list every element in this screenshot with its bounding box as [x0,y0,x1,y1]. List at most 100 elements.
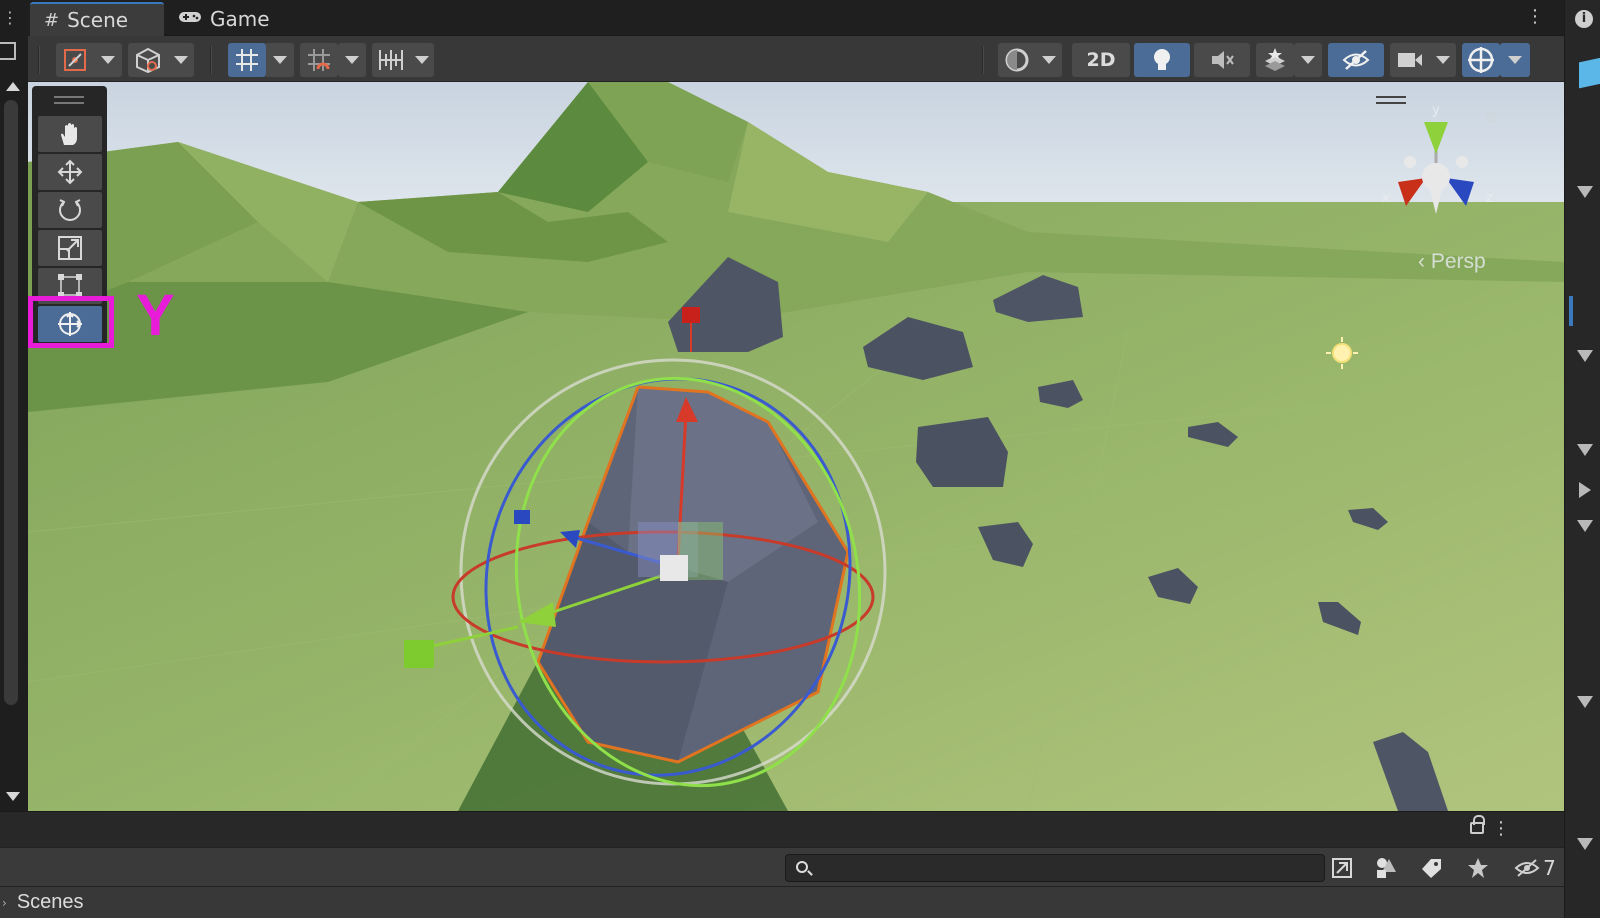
scene-hash-icon: # [44,9,60,31]
gizmo-lock-icon[interactable] [1486,112,1496,122]
scene-render: y x z [28,82,1564,811]
panel-more-icon[interactable]: ⋮ [1492,818,1510,839]
tab-game[interactable]: Game [164,2,284,36]
vertical-scrollbar[interactable] [4,100,18,705]
increment-snap-dropdown[interactable] [338,43,366,77]
overlay-menu-handle[interactable] [1376,96,1406,104]
scene-viewport[interactable]: y x z ‹ Persp Y [28,82,1564,811]
fold-arrow-icon[interactable] [1577,520,1593,532]
chevron-down-icon [1508,56,1522,64]
move-icon [57,159,83,185]
grid-snap-button[interactable] [228,43,266,77]
chevron-down-icon [1042,56,1056,64]
projection-label[interactable]: ‹ Persp [1418,250,1486,274]
expand-arrow-icon[interactable] [1579,482,1591,498]
chevron-down-icon [273,56,287,64]
cube-icon [1579,57,1600,89]
toolbar-separator [210,46,212,74]
lighting-toggle-button[interactable] [1134,43,1190,77]
axis-x-label: x [1382,191,1390,206]
hidden-count-button[interactable]: 7 [1510,854,1560,882]
filter-by-label-button[interactable] [1418,854,1446,882]
audio-toggle-button[interactable] [1194,43,1250,77]
hierarchy-toolbar: 7 [0,847,1564,887]
selection-indicator [1569,296,1573,326]
tag-icon [1422,859,1441,878]
tab-scene-label: Scene [67,8,129,32]
search-input[interactable] [816,857,1316,879]
rotate-tool-button[interactable] [38,192,102,228]
gamepad-icon [178,9,202,30]
tab-scene[interactable]: # Scene [30,2,164,36]
fold-arrow-icon[interactable] [1577,696,1593,708]
effects-icon [1265,48,1285,71]
fold-arrow-icon[interactable] [1577,350,1593,362]
grid-snap-icon [236,49,258,71]
scene-toolbar: 2D [28,36,1564,82]
fold-arrow-icon[interactable] [1577,838,1593,850]
expand-arrow-icon[interactable]: › [2,896,7,910]
increment-snap-button[interactable] [300,43,338,77]
render-mode-dropdown[interactable] [998,43,1062,77]
search-box [785,854,1325,882]
filter-by-type-button[interactable] [1372,854,1400,882]
left-dock-strip: ⋮ [0,0,28,811]
shading-dropdown[interactable] [128,43,194,77]
toolbar-separator [982,46,984,74]
2d-toggle-button[interactable]: 2D [1072,43,1130,77]
annotation-hotkey-label: Y [136,283,175,348]
chevron-down-icon [1301,56,1315,64]
scale-icon [58,236,82,260]
scroll-down-arrow-icon[interactable] [6,792,20,801]
favorites-button[interactable] [1464,854,1492,882]
chevron-down-icon [414,56,429,64]
lock-icon[interactable] [1470,815,1485,834]
scale-tool-button[interactable] [38,230,102,266]
star-icon [1468,858,1488,878]
gizmos-dropdown[interactable] [1500,43,1530,77]
palette-drag-handle[interactable] [54,96,84,104]
chevron-down-icon [345,56,359,64]
info-icon[interactable]: i [1575,10,1593,28]
search-icon [796,861,808,873]
camera-icon [1398,53,1422,67]
axis-y-label: y [1432,103,1440,118]
ruler-icon [378,50,403,70]
chevron-down-icon [1436,56,1450,64]
fold-arrow-icon[interactable] [1577,444,1593,456]
dock-panel-icon[interactable] [0,42,16,60]
hidden-eye-icon [1514,859,1540,877]
hierarchy-header: ⋮ [0,811,1564,847]
tab-game-label: Game [210,7,270,31]
scenes-label: Scenes [16,891,84,913]
grid-snap-dropdown[interactable] [266,43,294,77]
chevron-down-icon [173,56,188,64]
toolbar-separator [38,46,40,74]
camera-dropdown[interactable] [1390,43,1456,77]
increment-snap-icon [308,49,330,71]
kebab-menu-icon[interactable]: ⋮ [2,8,18,27]
draw-mode-dropdown[interactable] [56,43,122,77]
lighting-icon [1154,49,1170,70]
effects-dropdown[interactable] [1294,43,1322,77]
scenes-tree-row[interactable]: › Scenes [0,887,1564,918]
gizmos-button[interactable] [1462,43,1500,77]
scroll-up-arrow-icon[interactable] [6,82,20,91]
render-mode-icon [1005,48,1029,72]
hand-icon [61,123,77,145]
fold-arrow-icon[interactable] [1577,186,1593,198]
hidden-objects-toggle-button[interactable] [1328,43,1384,77]
external-window-icon [1332,858,1352,878]
draw-mode-icon [64,49,86,71]
ruler-dropdown[interactable] [372,43,434,77]
gizmos-icon [1468,47,1494,73]
open-window-button[interactable] [1328,854,1356,882]
tab-more-icon[interactable]: ⋮ [1526,6,1544,27]
axis-z-label: z [1486,191,1493,206]
tab-bar: # Scene Game ⋮ [28,0,1564,36]
hand-tool-button[interactable] [38,116,102,152]
chevron-down-icon [101,56,115,64]
move-tool-button[interactable] [38,154,102,190]
shading-mode-icon [135,47,160,73]
effects-button[interactable] [1256,43,1294,77]
